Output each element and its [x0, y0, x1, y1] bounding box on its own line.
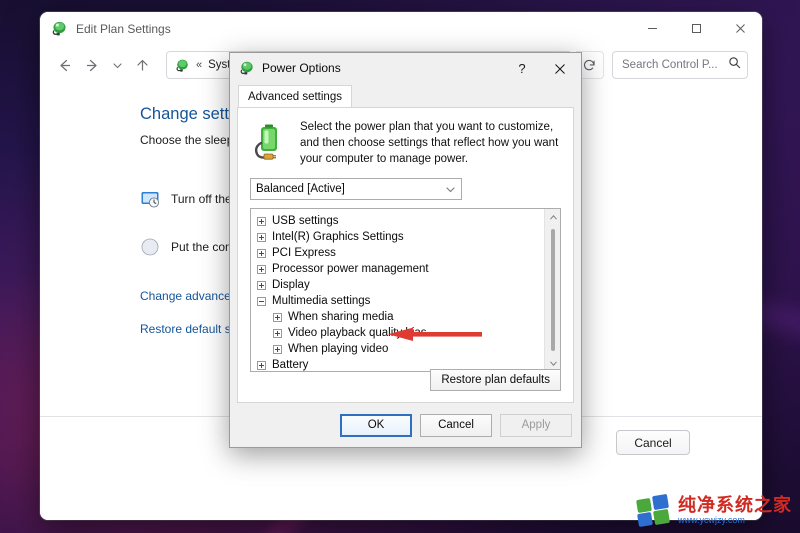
- expand-icon[interactable]: [257, 232, 266, 242]
- tree-item-multimedia-settings[interactable]: Multimedia settings: [257, 293, 544, 309]
- watermark: 纯净系统之家 www.ycwjzy.com: [636, 493, 792, 528]
- watermark-url: www.ycwjzy.com: [678, 515, 745, 525]
- expand-icon[interactable]: [257, 216, 266, 226]
- scroll-up-icon[interactable]: [545, 209, 560, 225]
- tree-rows: USB settings Intel(R) Graphics Settings …: [251, 213, 544, 371]
- collapse-icon[interactable]: [257, 296, 266, 306]
- tree-item-when-playing-video[interactable]: When playing video: [257, 341, 544, 357]
- tree-item-intel-graphics-settings[interactable]: Intel(R) Graphics Settings: [257, 229, 544, 245]
- tree-item-label: Video playback quality bias: [288, 327, 427, 339]
- ok-button[interactable]: OK: [340, 413, 412, 437]
- expand-icon[interactable]: [257, 264, 266, 274]
- help-button[interactable]: ?: [505, 53, 539, 84]
- search-input[interactable]: Search Control P...: [612, 51, 748, 79]
- minimize-icon[interactable]: [630, 12, 674, 45]
- tree-item-label: When playing video: [288, 343, 389, 355]
- dialog-footer: OK Cancel Apply: [230, 403, 581, 447]
- power-options-dialog: Power Options ? Advanced settings Select…: [229, 52, 582, 448]
- tree-item-video-playback-quality-bias[interactable]: Video playback quality bias: [257, 325, 544, 341]
- maximize-icon[interactable]: [674, 12, 718, 45]
- power-plan-dropdown[interactable]: Balanced [Active]: [250, 178, 462, 200]
- dialog-cancel-button[interactable]: Cancel: [420, 413, 492, 437]
- scrollbar-thumb[interactable]: [551, 229, 555, 351]
- window-title: Edit Plan Settings: [76, 21, 171, 36]
- dialog-panel: Select the power plan that you want to c…: [237, 107, 574, 403]
- tree-item-label: When sharing media: [288, 311, 394, 323]
- dialog-intro: Select the power plan that you want to c…: [250, 119, 561, 167]
- apply-button: Apply: [500, 413, 572, 437]
- expand-icon[interactable]: [257, 248, 266, 258]
- tab-advanced-settings[interactable]: Advanced settings: [238, 85, 352, 107]
- tree-item-label: Display: [272, 279, 310, 291]
- up-arrow-icon[interactable]: [128, 51, 156, 79]
- power-plan-selected-value: Balanced [Active]: [256, 183, 345, 195]
- tree-item-usb-settings[interactable]: USB settings: [257, 213, 544, 229]
- search-icon[interactable]: [728, 56, 741, 74]
- expand-icon[interactable]: [257, 360, 266, 370]
- dialog-title: Power Options: [262, 61, 341, 75]
- chevron-down-icon[interactable]: [445, 179, 456, 199]
- tree-item-label: Intel(R) Graphics Settings: [272, 231, 404, 243]
- battery-plug-icon: [250, 121, 290, 161]
- tree-item-label: Processor power management: [272, 263, 429, 275]
- expand-icon[interactable]: [273, 328, 282, 338]
- power-plan-icon: [175, 58, 190, 73]
- expand-icon[interactable]: [273, 344, 282, 354]
- chevron-down-icon[interactable]: [106, 51, 128, 79]
- power-plan-icon: [51, 20, 68, 37]
- window-titlebar: Edit Plan Settings: [40, 12, 762, 45]
- watermark-text: 纯净系统之家 www.ycwjzy.com: [678, 496, 792, 526]
- search-placeholder: Search Control P...: [622, 59, 718, 71]
- breadcrumb-overflow-chevrons[interactable]: «: [196, 59, 202, 71]
- tree-item-pci-express[interactable]: PCI Express: [257, 245, 544, 261]
- dialog-intro-text: Select the power plan that you want to c…: [300, 121, 559, 165]
- tree-scrollbar[interactable]: [544, 209, 560, 371]
- dialog-tabstrip: Advanced settings: [230, 84, 581, 107]
- advanced-settings-tree[interactable]: USB settings Intel(R) Graphics Settings …: [250, 208, 561, 372]
- tree-item-label: USB settings: [272, 215, 339, 227]
- display-icon: [140, 189, 160, 209]
- window-caption-buttons: [630, 12, 762, 45]
- forward-arrow-icon[interactable]: [78, 51, 106, 79]
- dialog-titlebar: Power Options ?: [230, 53, 581, 84]
- restore-plan-defaults-button[interactable]: Restore plan defaults: [430, 369, 561, 391]
- close-icon[interactable]: [718, 12, 762, 45]
- watermark-logo-icon: [636, 493, 673, 528]
- tree-item-when-sharing-media[interactable]: When sharing media: [257, 309, 544, 325]
- expand-icon[interactable]: [273, 312, 282, 322]
- tree-item-label: PCI Express: [272, 247, 336, 259]
- tree-item-label: Battery: [272, 359, 309, 371]
- tree-item-label: Multimedia settings: [272, 295, 371, 307]
- tree-item-display[interactable]: Display: [257, 277, 544, 293]
- cancel-button[interactable]: Cancel: [616, 430, 690, 455]
- close-icon[interactable]: [543, 53, 577, 84]
- watermark-title: 纯净系统之家: [678, 495, 792, 516]
- tree-item-processor-power-management[interactable]: Processor power management: [257, 261, 544, 277]
- back-arrow-icon[interactable]: [50, 51, 78, 79]
- power-plan-icon: [239, 60, 255, 76]
- expand-icon[interactable]: [257, 280, 266, 290]
- desktop-background: Edit Plan Settings « Syste Search Contro…: [0, 0, 800, 533]
- sleep-moon-icon: [140, 237, 160, 257]
